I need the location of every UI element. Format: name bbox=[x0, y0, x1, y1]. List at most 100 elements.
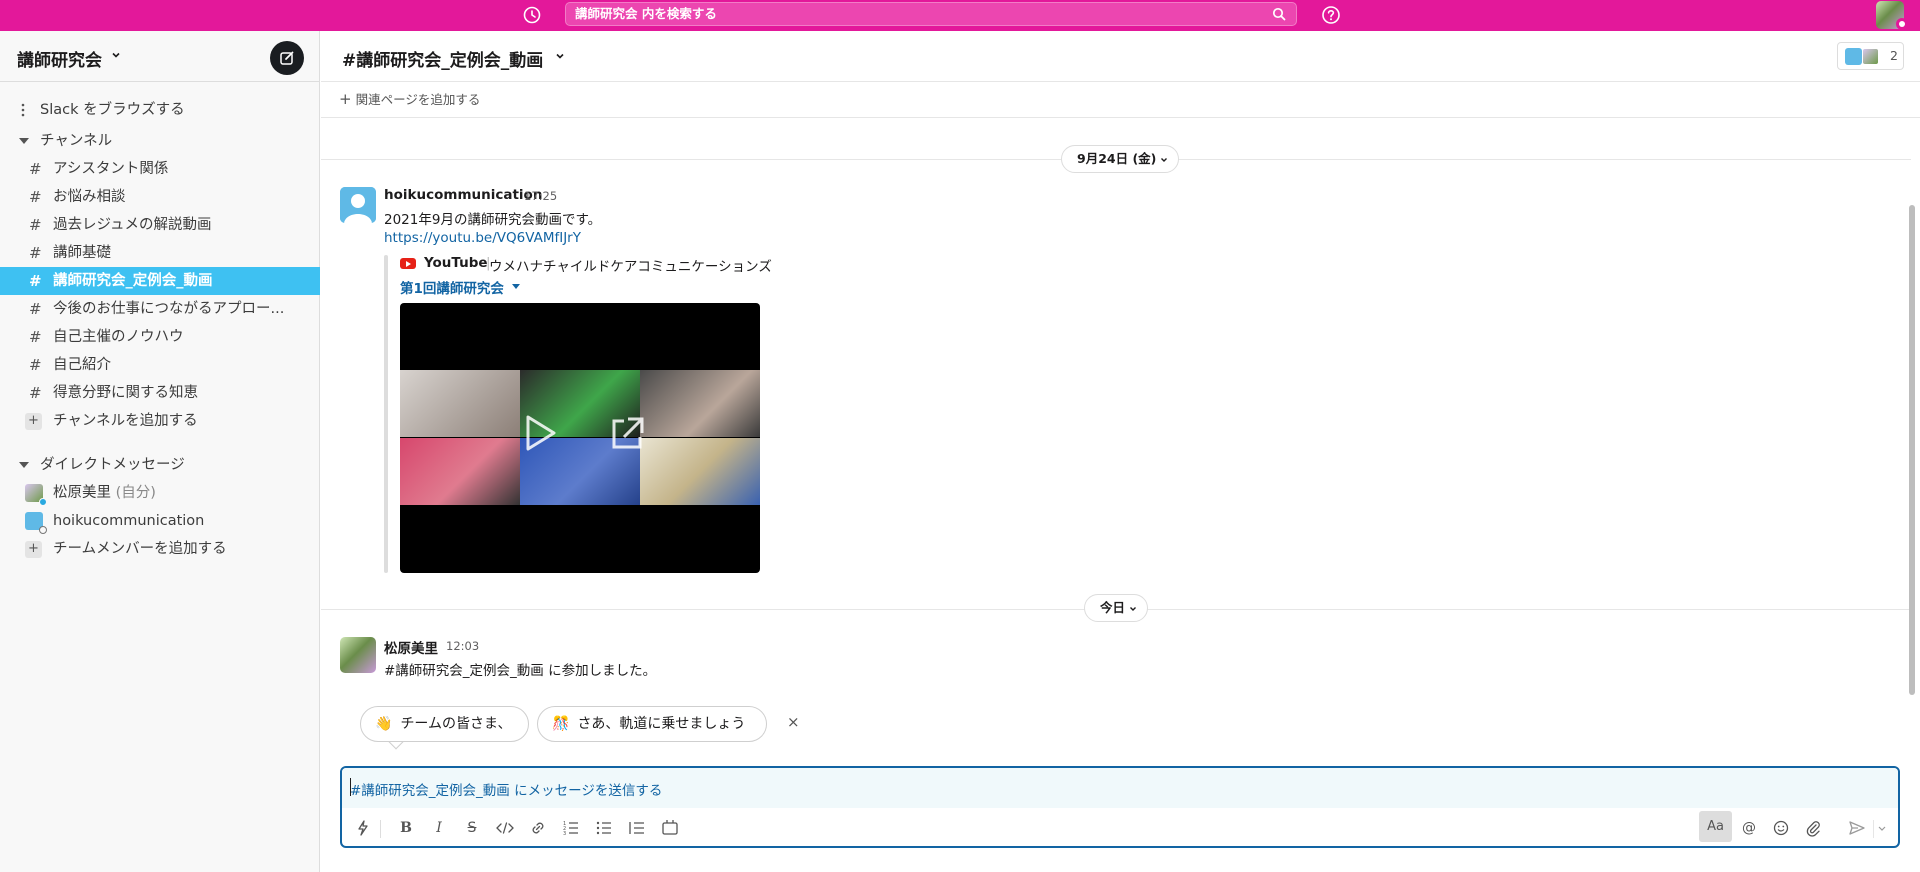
bulleted-list-icon[interactable] bbox=[590, 814, 618, 842]
send-icon[interactable] bbox=[1843, 814, 1871, 842]
link-icon[interactable] bbox=[524, 814, 552, 842]
channel-label: お悩み相談 bbox=[53, 189, 126, 205]
external-link-icon[interactable] bbox=[608, 415, 646, 453]
attachment-bar bbox=[384, 255, 388, 573]
close-icon[interactable]: × bbox=[787, 713, 800, 731]
browse-slack-item[interactable]: Slack をブラウズする bbox=[0, 96, 320, 124]
mention-button[interactable]: @ bbox=[1735, 814, 1763, 842]
play-icon[interactable] bbox=[520, 413, 560, 453]
chip-label: チームの皆さま、 bbox=[400, 716, 512, 732]
suggestion-chip[interactable]: 🎊 さあ、軌道に乗せましょう bbox=[537, 706, 767, 742]
code-block-icon[interactable] bbox=[656, 814, 684, 842]
paperclip-icon[interactable] bbox=[1799, 814, 1827, 842]
search-input[interactable]: 講師研究会 内を検索する bbox=[565, 2, 1297, 26]
workspace-header[interactable]: 講師研究会 bbox=[0, 31, 320, 82]
channel-label: アシスタント関係 bbox=[53, 161, 169, 177]
search-placeholder: 講師研究会 内を検索する bbox=[575, 6, 717, 21]
chevron-down-icon[interactable] bbox=[1874, 814, 1890, 842]
dm-section-header[interactable]: ダイレクトメッセージ bbox=[0, 451, 320, 479]
channels-section-header[interactable]: チャンネル bbox=[0, 127, 320, 155]
italic-button[interactable]: I bbox=[425, 814, 453, 842]
sender-avatar[interactable] bbox=[340, 187, 376, 223]
hash-icon: # bbox=[29, 216, 42, 234]
video-tile bbox=[400, 438, 520, 505]
bold-button[interactable]: B bbox=[392, 814, 420, 842]
add-bookmark-button[interactable]: + 関連ページを追加する bbox=[339, 89, 480, 108]
member-avatar bbox=[1845, 48, 1862, 65]
member-avatar bbox=[1862, 48, 1879, 65]
video-tile bbox=[640, 438, 760, 505]
video-thumbnail[interactable] bbox=[400, 303, 760, 573]
message-text: 2021年9月の講師研究会動画です。 bbox=[384, 212, 602, 228]
clock-icon[interactable] bbox=[521, 4, 543, 26]
emoji-icon[interactable] bbox=[1767, 814, 1795, 842]
message-composer[interactable]: #講師研究会_定例会_動画 にメッセージを送信する B I S 1 2 3 Aa… bbox=[340, 766, 1900, 848]
hash-icon: # bbox=[29, 244, 42, 262]
channel-label: 得意分野に関する知恵 bbox=[53, 385, 198, 401]
message-time[interactable]: 17:25 bbox=[524, 189, 557, 203]
formatting-toggle-button[interactable]: Aa bbox=[1699, 811, 1732, 842]
help-circle-icon[interactable] bbox=[1320, 4, 1342, 26]
blockquote-icon[interactable] bbox=[623, 814, 651, 842]
members-button[interactable]: 2 bbox=[1837, 42, 1904, 70]
hash-icon: # bbox=[29, 160, 42, 178]
plus-icon: + bbox=[339, 90, 352, 108]
bookmark-bar: + 関連ページを追加する bbox=[321, 82, 1920, 118]
sidebar-channel-item[interactable]: # お悩み相談 bbox=[0, 183, 320, 211]
sidebar-channel-item[interactable]: # 講師基礎 bbox=[0, 239, 320, 267]
dm-label: hoikucommunication bbox=[53, 513, 205, 529]
code-icon[interactable] bbox=[491, 814, 519, 842]
message-time[interactable]: 12:03 bbox=[446, 639, 479, 653]
hash-icon: # bbox=[29, 188, 42, 206]
message-sender[interactable]: 松原美里 bbox=[384, 637, 438, 657]
strikethrough-button[interactable]: S bbox=[458, 814, 486, 842]
dm-item-hoikucommunication[interactable]: hoikucommunication bbox=[0, 507, 320, 535]
sidebar-channel-item[interactable]: # アシスタント関係 bbox=[0, 155, 320, 183]
message-sender[interactable]: hoikucommunication bbox=[384, 187, 542, 203]
compose-button[interactable] bbox=[270, 41, 304, 75]
message-link[interactable]: https://youtu.be/VQ6VAMfIJrY bbox=[384, 230, 581, 246]
plus-icon: + bbox=[25, 413, 42, 430]
date-label: 9月24日 (金) bbox=[1077, 151, 1157, 166]
shortcuts-lightning-icon[interactable] bbox=[349, 814, 377, 842]
attachment-channel: ウメハナチャイルドケアコミュニケーションズ bbox=[489, 259, 772, 275]
sidebar-channel-item[interactable]: # 得意分野に関する知恵 bbox=[0, 379, 320, 407]
youtube-icon bbox=[400, 258, 416, 269]
date-pill[interactable]: 今日 bbox=[1084, 594, 1149, 622]
sidebar-channel-item[interactable]: # 今後のお仕事につながるアプロー... bbox=[0, 295, 320, 323]
presence-icon bbox=[39, 526, 47, 534]
composer-placeholder: #講師研究会_定例会_動画 にメッセージを送信する bbox=[350, 783, 663, 799]
chevron-down-icon[interactable] bbox=[555, 51, 565, 61]
message-input[interactable]: #講師研究会_定例会_動画 にメッセージを送信する bbox=[342, 768, 1898, 808]
scrollbar[interactable] bbox=[1909, 205, 1915, 695]
caret-down-icon bbox=[19, 462, 29, 468]
channels-section-label: チャンネル bbox=[40, 133, 113, 149]
workspace-name[interactable]: 講師研究会 bbox=[17, 46, 102, 71]
caret-down-icon[interactable] bbox=[512, 284, 520, 289]
hash-icon: # bbox=[29, 384, 42, 402]
hash-icon: # bbox=[29, 328, 42, 346]
sidebar-channel-item[interactable]: # 過去レジュメの解説動画 bbox=[0, 211, 320, 239]
add-member-button[interactable]: + チームメンバーを追加する bbox=[0, 535, 320, 563]
video-tile bbox=[640, 370, 760, 437]
chip-label: さあ、軌道に乗せましょう bbox=[577, 716, 746, 732]
sidebar: 講師研究会 Slack をブラウズする チャンネル # アシスタント関係 # お… bbox=[0, 31, 320, 872]
dm-item-self[interactable]: 松原美里 (自分) bbox=[0, 479, 320, 507]
chevron-down-icon bbox=[1130, 607, 1137, 611]
attachment-title[interactable]: 第1回講師研究会 bbox=[400, 277, 504, 297]
date-pill[interactable]: 9月24日 (金) bbox=[1061, 145, 1180, 173]
sidebar-channel-item[interactable]: # 自己紹介 bbox=[0, 351, 320, 379]
default-avatar-icon bbox=[340, 187, 376, 223]
ordered-list-icon[interactable]: 1 2 3 bbox=[557, 814, 585, 842]
add-channel-button[interactable]: + チャンネルを追加する bbox=[0, 407, 320, 435]
caret-down-icon bbox=[19, 138, 29, 144]
formatting-toolbar: B I S 1 2 3 Aa @ bbox=[342, 810, 1898, 846]
video-frame bbox=[400, 370, 760, 505]
search-icon bbox=[1272, 7, 1286, 21]
sender-avatar[interactable] bbox=[340, 637, 376, 673]
sidebar-channel-item-active[interactable]: # 講師研究会_定例会_動画 bbox=[0, 267, 320, 295]
suggestion-chip[interactable]: 👋 チームの皆さま、 bbox=[360, 706, 529, 742]
channel-title[interactable]: #講師研究会_定例会_動画 bbox=[342, 46, 543, 71]
sidebar-channel-item[interactable]: # 自己主催のノウハウ bbox=[0, 323, 320, 351]
hash-icon: # bbox=[29, 300, 42, 318]
